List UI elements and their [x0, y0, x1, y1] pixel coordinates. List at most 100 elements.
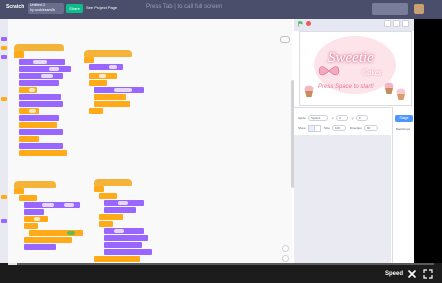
looks-block[interactable] — [104, 200, 144, 206]
control-category-icon[interactable] — [1, 97, 7, 101]
looks-block[interactable] — [104, 235, 148, 241]
looks-block[interactable] — [19, 129, 63, 135]
stop-icon[interactable] — [306, 21, 311, 26]
show-hidden-toggle[interactable] — [314, 125, 321, 132]
control-block[interactable] — [89, 80, 107, 86]
fullscreen-stage-icon[interactable] — [402, 20, 409, 27]
x-field[interactable]: 0 — [336, 115, 348, 121]
when-hat-block[interactable] — [84, 50, 132, 57]
control-block[interactable] — [29, 230, 83, 236]
cupcake-icon — [396, 88, 406, 100]
control-category-icon[interactable] — [1, 46, 7, 50]
y-field[interactable]: 0 — [356, 115, 368, 121]
control-block[interactable] — [24, 216, 48, 222]
fullscreen-icon[interactable] — [423, 269, 433, 279]
looks-category-icon[interactable] — [1, 37, 7, 41]
looks-block[interactable] — [104, 242, 142, 248]
small-stage-icon[interactable] — [384, 20, 391, 27]
sprite-name-field[interactable]: Sprite1 — [308, 115, 328, 121]
scratch-logo[interactable]: Scratch — [6, 4, 24, 10]
trash-can-icon[interactable] — [280, 36, 290, 43]
project-author-text: by cookiesam2k — [30, 8, 56, 12]
looks-block[interactable] — [104, 207, 136, 213]
control-block[interactable] — [99, 221, 113, 227]
zoom-in-icon[interactable] — [282, 245, 289, 252]
control-block[interactable] — [14, 51, 24, 58]
size-field[interactable]: 100 — [332, 125, 346, 131]
looks-block[interactable] — [104, 228, 144, 234]
looks-block[interactable] — [19, 73, 63, 79]
control-block[interactable] — [94, 256, 140, 262]
code-area[interactable] — [8, 19, 292, 264]
video-progress-fill — [8, 263, 17, 265]
control-block[interactable] — [19, 108, 39, 114]
control-block[interactable] — [19, 122, 57, 128]
looks-block[interactable] — [19, 66, 71, 72]
see-project-page-button[interactable]: See Project Page — [86, 5, 117, 10]
control-block[interactable] — [14, 188, 24, 194]
zoom-out-icon[interactable] — [282, 255, 289, 262]
menu-bar: Scratch Untitled-3 by cookiesam2k Share … — [0, 0, 442, 19]
x-label: x — [332, 116, 334, 120]
speed-label[interactable]: Speed — [385, 271, 403, 277]
when-hat-block[interactable] — [94, 179, 132, 186]
backdrops-label: Backdrops — [396, 127, 411, 131]
y-label: y — [352, 116, 354, 120]
looks-block[interactable] — [104, 249, 152, 255]
sprite-label: Sprite — [298, 116, 306, 120]
looks-block[interactable] — [24, 209, 44, 215]
control-block[interactable] — [24, 223, 38, 229]
cupcake-icon — [304, 85, 314, 97]
control-block[interactable] — [24, 237, 72, 243]
control-block[interactable] — [99, 214, 123, 220]
stage-brand-subtitle: Cakes — [362, 68, 382, 77]
looks-block[interactable] — [19, 59, 65, 65]
size-label: Size — [324, 126, 330, 130]
video-player-bar — [0, 263, 442, 283]
control-category-icon[interactable] — [1, 195, 7, 199]
direction-label: Direction — [350, 126, 362, 130]
stage-selector-tab[interactable]: Stage — [395, 115, 413, 122]
stage-canvas[interactable]: Sweetie Cakes Press Space to start! — [299, 31, 412, 106]
control-block[interactable] — [84, 57, 94, 63]
project-title-field[interactable]: Untitled-3 by cookiesam2k — [28, 3, 64, 14]
category-strip — [0, 19, 8, 264]
when-hat-block[interactable] — [14, 181, 56, 188]
looks-block[interactable] — [19, 143, 63, 149]
looks-block[interactable] — [24, 244, 56, 250]
control-block[interactable] — [19, 195, 37, 201]
share-button[interactable]: Share — [66, 4, 83, 13]
control-block[interactable] — [19, 150, 67, 156]
control-block[interactable] — [94, 101, 130, 107]
overlay-hint-text: Press Tab | to call full screen — [146, 4, 223, 10]
control-block[interactable] — [89, 73, 117, 79]
sprite-list-area[interactable] — [294, 135, 391, 264]
direction-field[interactable]: 90 — [364, 125, 378, 131]
control-block[interactable] — [94, 94, 126, 100]
control-block[interactable] — [89, 108, 103, 114]
looks-category-icon[interactable] — [1, 219, 7, 223]
control-block[interactable] — [19, 87, 37, 93]
looks-block[interactable] — [19, 101, 63, 107]
stage-prompt-text: Press Space to start! — [318, 84, 374, 90]
looks-block[interactable] — [19, 115, 59, 121]
when-hat-block[interactable] — [14, 44, 64, 51]
looks-block[interactable] — [94, 87, 144, 93]
cursor-icon[interactable] — [407, 269, 417, 279]
looks-block[interactable] — [24, 202, 80, 208]
video-progress-bar[interactable] — [8, 263, 434, 265]
looks-block[interactable] — [19, 80, 59, 86]
show-label: Show — [298, 126, 306, 130]
control-block[interactable] — [99, 193, 117, 199]
large-stage-icon[interactable] — [393, 20, 400, 27]
green-flag-icon[interactable] — [298, 21, 303, 27]
avatar[interactable] — [414, 4, 424, 14]
account-menu[interactable] — [372, 3, 408, 15]
right-letterbox — [414, 19, 442, 264]
looks-category-icon[interactable] — [1, 55, 7, 59]
looks-block[interactable] — [89, 64, 123, 70]
looks-block[interactable] — [19, 94, 61, 100]
stage-selector[interactable]: Stage Backdrops — [392, 107, 415, 264]
control-block[interactable] — [19, 136, 39, 142]
control-block[interactable] — [94, 186, 104, 192]
